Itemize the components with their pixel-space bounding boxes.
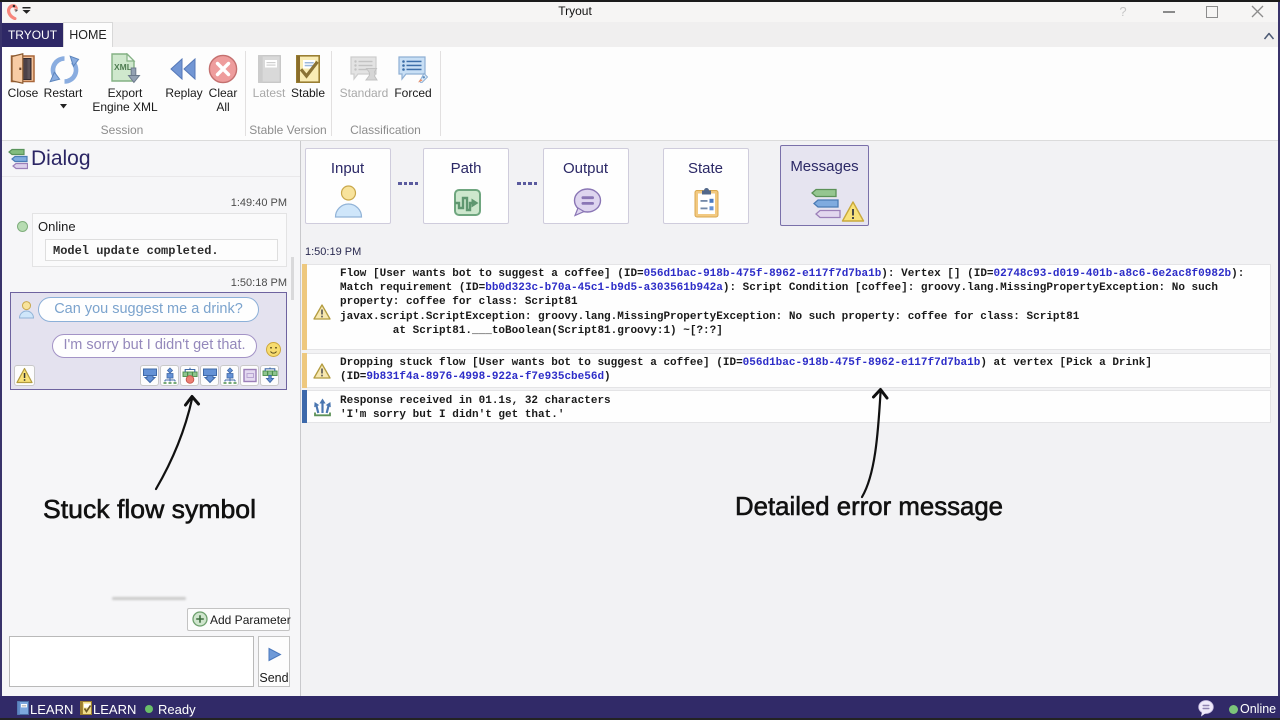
svg-text:Stuck flow symbol: Stuck flow symbol	[43, 494, 256, 524]
svg-text:Detailed error message: Detailed error message	[735, 491, 1003, 521]
svg-text:XML: XML	[114, 62, 132, 72]
